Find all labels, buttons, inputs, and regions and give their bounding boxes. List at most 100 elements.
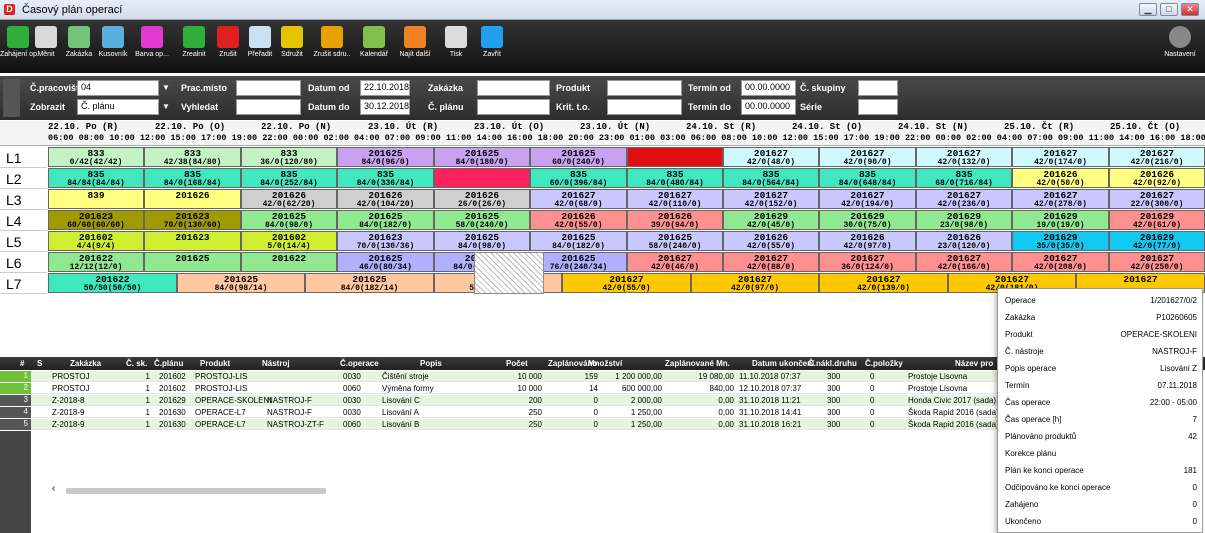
operation-block[interactable]: 201627 42/0(139/0) <box>819 273 948 293</box>
toolbar-button-12[interactable]: Tisk <box>439 22 473 70</box>
operation-block[interactable]: 201625 46/0(80/34) <box>337 252 434 272</box>
toolbar-button-6[interactable]: Zrušit <box>212 22 244 70</box>
operation-block[interactable]: 201627 42/0(216/0) <box>1109 147 1205 167</box>
vyhledat-field[interactable] <box>236 99 301 115</box>
toolbar-button-3[interactable]: Kusovník <box>96 22 130 70</box>
toolbar-button-4[interactable]: Barva op... <box>130 22 174 70</box>
operation-block[interactable]: 201626 42/0(62/20) <box>241 189 337 209</box>
operation-block[interactable]: 835 68/0(716/84) <box>916 168 1012 188</box>
operation-block[interactable]: 201626 42/0(97/0) <box>819 231 916 251</box>
operation-block[interactable]: 201627 42/0(174/0) <box>1012 147 1109 167</box>
table-row[interactable]: 4 Z-2018-9 1 201630 OPERACE-L7 NASTROJ-F 0030 L… <box>0 407 1010 418</box>
grid-column-header[interactable]: # <box>20 359 24 368</box>
operation-block[interactable]: 201622 <box>241 252 337 272</box>
operation-block[interactable]: 201629 23/0(98/0) <box>916 210 1012 230</box>
operation-block[interactable]: 201626 <box>144 189 241 209</box>
operation-block[interactable]: 835 84/0(480/84) <box>627 168 723 188</box>
operation-block[interactable]: 201626 42/0(55/0) <box>530 210 627 230</box>
operation-block[interactable]: 201626 26/0(26/0) <box>434 189 530 209</box>
toolbar-button-13[interactable]: Zavřít <box>474 22 510 70</box>
grid-column-header[interactable]: Datum ukončení <box>752 359 814 368</box>
operation-block[interactable]: 201627 42/0(55/0) <box>562 273 691 293</box>
operation-block[interactable]: 833 0/42(42/42) <box>48 147 144 167</box>
operation-block[interactable]: 201627 42/0(166/0) <box>916 252 1012 272</box>
minimize-button[interactable]: ▁ <box>1139 3 1157 16</box>
side-icons[interactable] <box>3 79 20 117</box>
operation-block[interactable]: 201625 76/0(240/34) <box>530 252 627 272</box>
operation-block[interactable]: 201625 84/0(98/14) <box>177 273 305 293</box>
close-button[interactable]: ✕ <box>1181 3 1199 16</box>
datum-do-field[interactable]: 30.12.2018 <box>360 99 410 115</box>
grid-column-header[interactable]: Množství <box>588 359 622 368</box>
operation-block[interactable]: 201627 42/0(88/0) <box>723 252 819 272</box>
operation-block[interactable]: 201626 42/0(104/20) <box>337 189 434 209</box>
pracmisto-field[interactable] <box>236 80 301 96</box>
operation-block[interactable]: 201626 23/0(120/0) <box>916 231 1012 251</box>
termin-do-field[interactable]: 00.00.0000 <box>741 99 796 115</box>
pracoviste-dropdown-icon[interactable]: ▼ <box>160 80 172 96</box>
grid-column-header[interactable]: Popis <box>420 359 442 368</box>
operation-block[interactable]: 201627 42/0(68/0) <box>530 189 627 209</box>
grid-column-header[interactable]: Č.operace <box>340 359 379 368</box>
operation-block[interactable]: 201627 42/0(194/0) <box>819 189 916 209</box>
toolbar-button-7[interactable]: Přeřadit <box>244 22 276 70</box>
scroll-left-icon[interactable]: ‹ <box>52 483 55 494</box>
operation-block[interactable]: 201627 42/0(48/0) <box>723 147 819 167</box>
operation-block[interactable]: 201629 42/0(61/0) <box>1109 210 1205 230</box>
operation-block[interactable]: 201602 4/4(9/4) <box>48 231 144 251</box>
grid-column-header[interactable]: Zaplánované Mn. <box>665 359 730 368</box>
operation-block[interactable]: 201626 39/0(94/0) <box>627 210 723 230</box>
table-row[interactable]: 1 PROSTOJ 1 201602 PROSTOJ-LIS 0030 Čištění st… <box>0 371 1010 382</box>
serie-field[interactable] <box>858 99 898 115</box>
operation-block[interactable]: 201625 84/0(96/0) <box>337 147 434 167</box>
grid-column-header[interactable]: S <box>37 359 42 368</box>
settings-button[interactable]: Nastavení <box>1160 22 1200 70</box>
operation-block[interactable]: 833 36/0(120/80) <box>241 147 337 167</box>
operation-block[interactable]: 201623 70/0(130/60) <box>144 210 241 230</box>
toolbar-button-9[interactable]: Zrušit sdru.. <box>310 22 354 70</box>
skupiny-field[interactable] <box>858 80 898 96</box>
operation-block[interactable]: 201629 19/0(19/0) <box>1012 210 1109 230</box>
grid-column-header[interactable]: Č.položky <box>865 359 903 368</box>
toolbar-button-5[interactable]: Zrealnit <box>176 22 212 70</box>
operation-block[interactable]: 201627 36/0(124/0) <box>819 252 916 272</box>
operation-block[interactable]: 201626 42/0(50/0) <box>1012 168 1109 188</box>
operation-block[interactable]: 201625 58/0(240/0) <box>434 210 530 230</box>
operation-block[interactable]: 201627 42/0(152/0) <box>723 189 819 209</box>
toolbar-button-8[interactable]: Sdružit <box>276 22 308 70</box>
operation-block[interactable]: 201625 58/0(240/0) <box>627 231 723 251</box>
maximize-button[interactable]: □ <box>1160 3 1178 16</box>
grid-column-header[interactable]: Č.plánu <box>154 359 183 368</box>
operation-block[interactable]: 201627 42/0(250/0) <box>1109 252 1205 272</box>
horizontal-scrollbar[interactable]: ‹ <box>48 483 1008 496</box>
operation-block[interactable]: 201625 84/0(98/0) <box>434 231 530 251</box>
table-row[interactable]: 3 Z-2018-8 1 201629 OPERACE-SKOLENI NASTROJ-F… <box>0 395 1010 406</box>
operation-block[interactable]: 201627 42/0(97/0) <box>691 273 819 293</box>
operation-block[interactable]: 835 60/0(396/84) <box>530 168 627 188</box>
operation-block[interactable]: 201627 22/0(300/0) <box>1109 189 1205 209</box>
operation-block[interactable]: 835 84/0(336/84) <box>337 168 434 188</box>
pracoviste-field[interactable]: 04 <box>77 80 159 96</box>
operation-block[interactable]: 835 84/0(168/84) <box>144 168 241 188</box>
operation-block[interactable]: 835 84/84(84/84) <box>48 168 144 188</box>
produkt-field[interactable] <box>607 80 682 96</box>
operation-block[interactable]: 201622 50/50(50/50) <box>48 273 177 293</box>
operation-block[interactable]: 201629 42/0(77/0) <box>1109 231 1205 251</box>
operation-block[interactable]: 201627 42/0(90/0) <box>819 147 916 167</box>
operation-block[interactable]: 835 84/0(648/84) <box>819 168 916 188</box>
grid-column-header[interactable]: Zakázka <box>70 359 101 368</box>
scroll-thumb[interactable] <box>66 488 326 494</box>
operation-block[interactable]: 201623 70/0(130/36) <box>337 231 434 251</box>
cplanu-field[interactable] <box>477 99 550 115</box>
operation-block[interactable] <box>434 168 530 188</box>
toolbar-button-11[interactable]: Najít další <box>393 22 437 70</box>
grid-column-header[interactable]: Název pro <box>955 359 993 368</box>
operation-block[interactable]: 201625 84/0(182/0) <box>530 231 627 251</box>
operation-block[interactable]: 201625 84/0(182/14) <box>305 273 434 293</box>
operation-block[interactable]: 201629 35/0(35/0) <box>1012 231 1109 251</box>
grid-column-header[interactable]: Počet <box>506 359 528 368</box>
krit-field[interactable] <box>607 99 682 115</box>
toolbar-button-2[interactable]: Zakázka <box>62 22 96 70</box>
operation-block[interactable]: 201626 42/0(55/0) <box>723 231 819 251</box>
operation-block[interactable]: 201623 60/60(60/60) <box>48 210 144 230</box>
